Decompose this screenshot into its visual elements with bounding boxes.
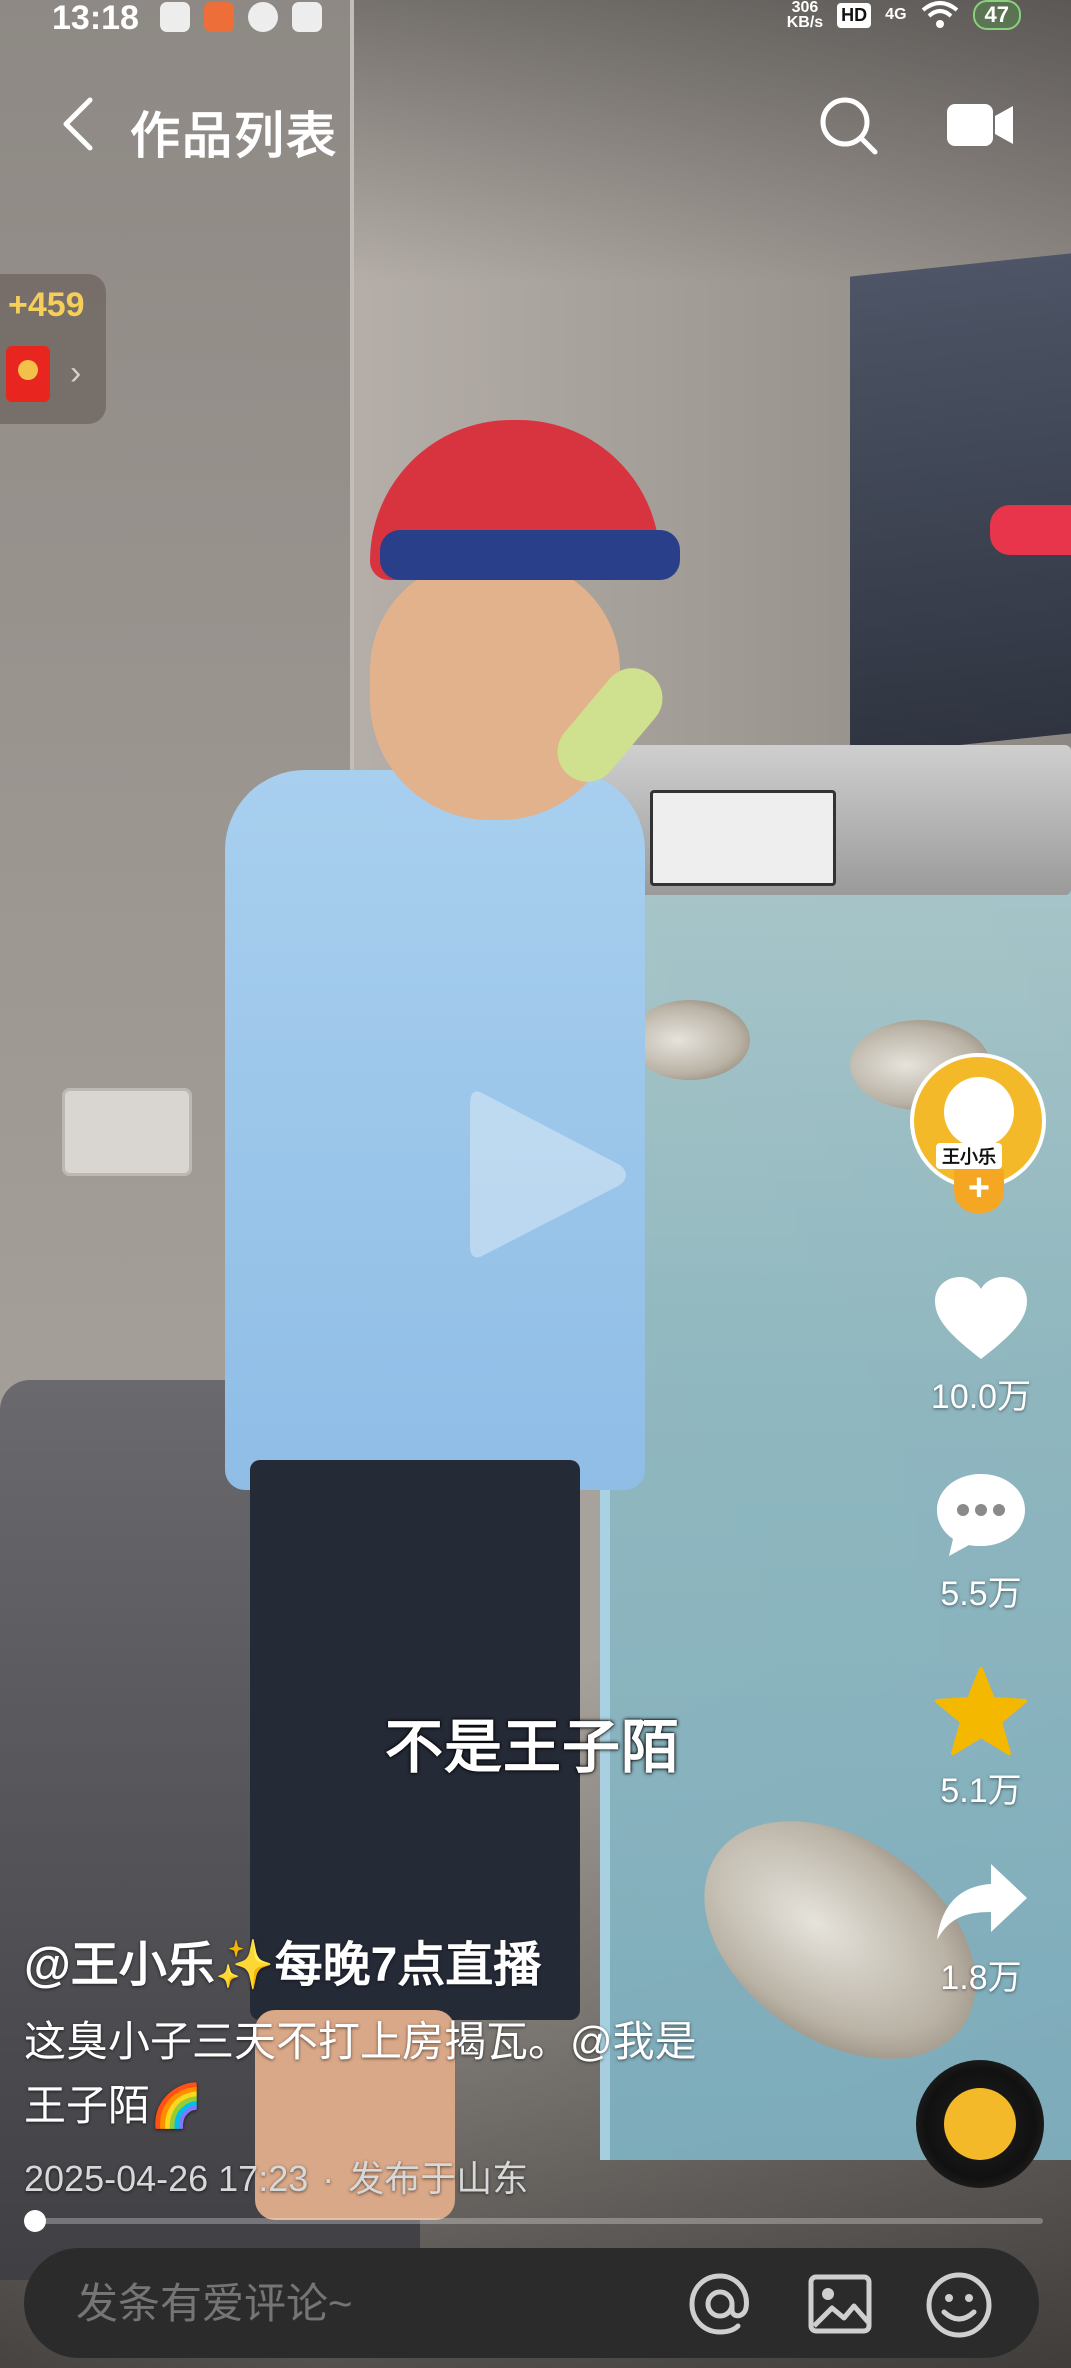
search-icon[interactable] xyxy=(815,92,881,158)
chevron-right-icon: › xyxy=(70,354,82,392)
video-subtitle: 不是王子陌 xyxy=(385,1715,681,1780)
fish xyxy=(630,1000,750,1080)
network-speed-value: 306 xyxy=(791,0,819,16)
comment-count: 5.5万 xyxy=(940,1575,1022,1613)
post-location: 发布于山东 xyxy=(348,2158,529,2199)
author-name[interactable]: @王小乐✨每晚7点直播 xyxy=(24,1925,541,1995)
back-icon[interactable] xyxy=(52,94,112,154)
camera-icon[interactable] xyxy=(945,98,1015,152)
heart-icon xyxy=(935,1277,1027,1359)
favorite-count: 5.1万 xyxy=(940,1772,1022,1810)
star-icon xyxy=(935,1667,1027,1755)
aquarium-warning-sign xyxy=(650,790,836,886)
share-button[interactable]: 1.8万 xyxy=(910,1860,1052,1999)
comment-bubble-icon xyxy=(937,1474,1025,1556)
network-speed-unit: KB/s xyxy=(786,14,824,31)
emoji-icon[interactable] xyxy=(924,2270,994,2340)
share-arrow-icon xyxy=(937,1864,1027,1940)
avatar-portrait xyxy=(944,1077,1014,1147)
follow-button[interactable]: + xyxy=(954,1169,1004,1213)
music-disc-avatar xyxy=(944,2088,1016,2160)
nav-bar: 作品列表 xyxy=(0,80,1071,170)
status-indicators: 306 KB/s HD 4G 47 xyxy=(786,0,1021,31)
app-notification-icon xyxy=(292,2,322,32)
message-notification-icon xyxy=(248,2,278,32)
at-mention-icon[interactable] xyxy=(686,2270,754,2338)
share-count: 1.8万 xyxy=(940,1959,1022,1997)
red-packet-widget[interactable]: +459 › xyxy=(0,274,106,424)
description-line: 王子陌🌈 xyxy=(24,2082,203,2129)
page-title: 作品列表 xyxy=(130,108,338,164)
video-progress-bar[interactable] xyxy=(28,2218,1043,2224)
comment-button[interactable]: 5.5万 xyxy=(910,1470,1052,1615)
child-cap-brim xyxy=(380,530,680,580)
video-progress-handle[interactable] xyxy=(24,2210,46,2232)
battery-indicator: 47 xyxy=(972,0,1021,30)
network-speed: 306 KB/s xyxy=(786,0,824,31)
status-bar: 13:18 306 KB/s HD 4G 47 xyxy=(0,0,1071,40)
red-packet-icon xyxy=(6,346,50,402)
author-avatar-group[interactable]: 王小乐 + xyxy=(910,1053,1052,1223)
hd-icon: HD xyxy=(837,2,872,28)
avatar-label: 王小乐 xyxy=(936,1143,1002,1169)
meta-separator: · xyxy=(322,2158,335,2199)
music-disc[interactable] xyxy=(916,2060,1044,2188)
app-notification-icon xyxy=(204,2,234,32)
aquarium-lamp-light xyxy=(990,505,1071,555)
wall-socket xyxy=(62,1088,192,1176)
like-count: 10.0万 xyxy=(930,1378,1032,1416)
comment-bar xyxy=(24,2248,1039,2360)
status-time: 13:18 xyxy=(52,0,139,37)
comment-input[interactable] xyxy=(74,2248,638,2360)
post-meta: 2025-04-26 17:23 · 发布于山东 xyxy=(24,2150,528,2202)
play-icon[interactable] xyxy=(470,1085,630,1265)
image-icon[interactable] xyxy=(806,2270,874,2338)
app-notification-icon xyxy=(160,2,190,32)
like-button[interactable]: 10.0万 xyxy=(910,1275,1052,1418)
post-description: 这臭小子三天不打上房揭瓦。@我是 王子陌🌈 xyxy=(24,2010,784,2138)
reward-count: +459 xyxy=(8,286,85,324)
wifi-icon xyxy=(921,1,958,28)
cellular-signal-icon: 4G xyxy=(885,6,907,23)
post-date: 2025-04-26 17:23 xyxy=(24,2158,309,2199)
status-app-icons xyxy=(160,2,322,32)
description-line: 这臭小子三天不打上房揭瓦。@我是 xyxy=(24,2018,697,2065)
favorite-button[interactable]: 5.1万 xyxy=(910,1665,1052,1812)
